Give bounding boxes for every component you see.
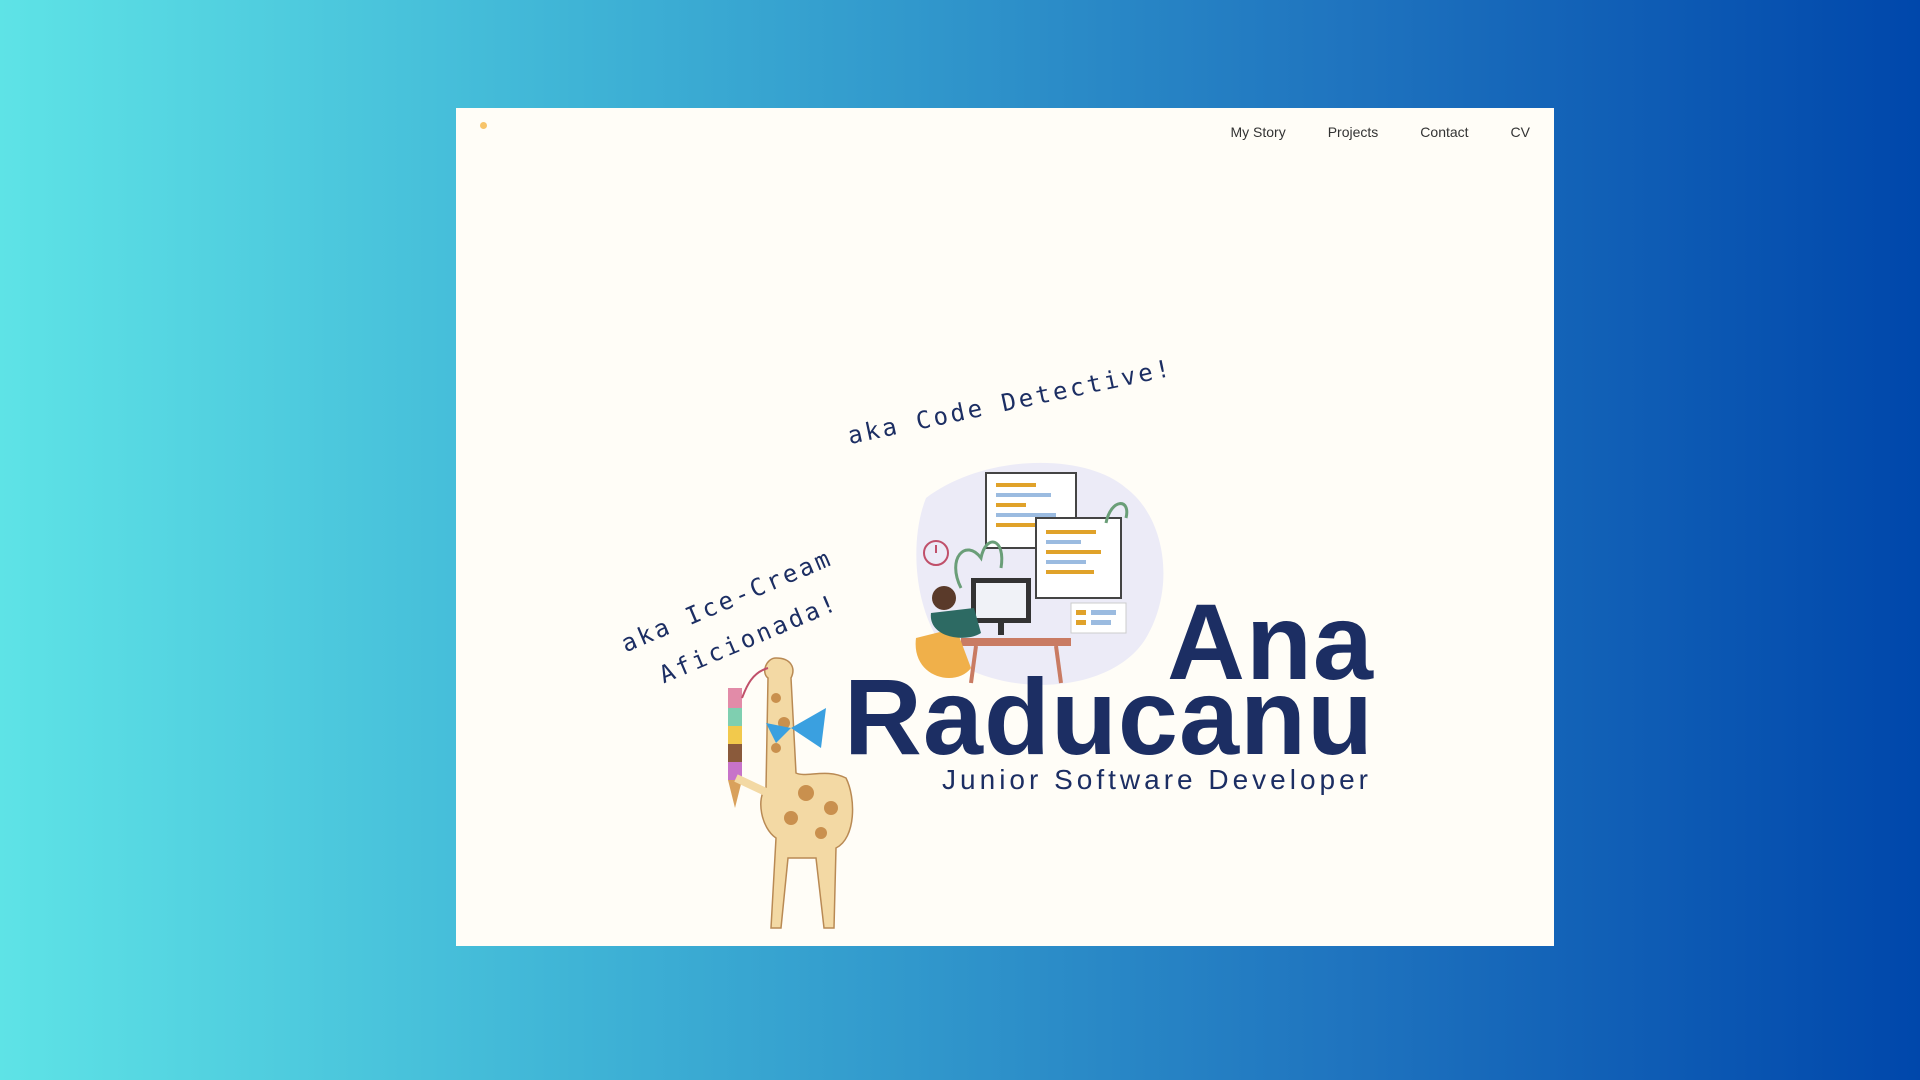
nav-cv[interactable]: CV: [1511, 124, 1530, 140]
hero-job-title: Junior Software Developer: [942, 764, 1372, 795]
aka-code-detective: aka Code Detective!: [845, 353, 1176, 450]
nav-my-story[interactable]: My Story: [1230, 124, 1285, 140]
top-nav: My Story Projects Contact CV: [1230, 124, 1530, 140]
portfolio-page: My Story Projects Contact CV aka Code De…: [456, 108, 1554, 946]
nav-contact[interactable]: Contact: [1420, 124, 1468, 140]
nav-projects[interactable]: Projects: [1328, 124, 1379, 140]
logo-dot-icon[interactable]: [480, 122, 487, 129]
hero-last-name: Raducanu: [843, 656, 1374, 777]
